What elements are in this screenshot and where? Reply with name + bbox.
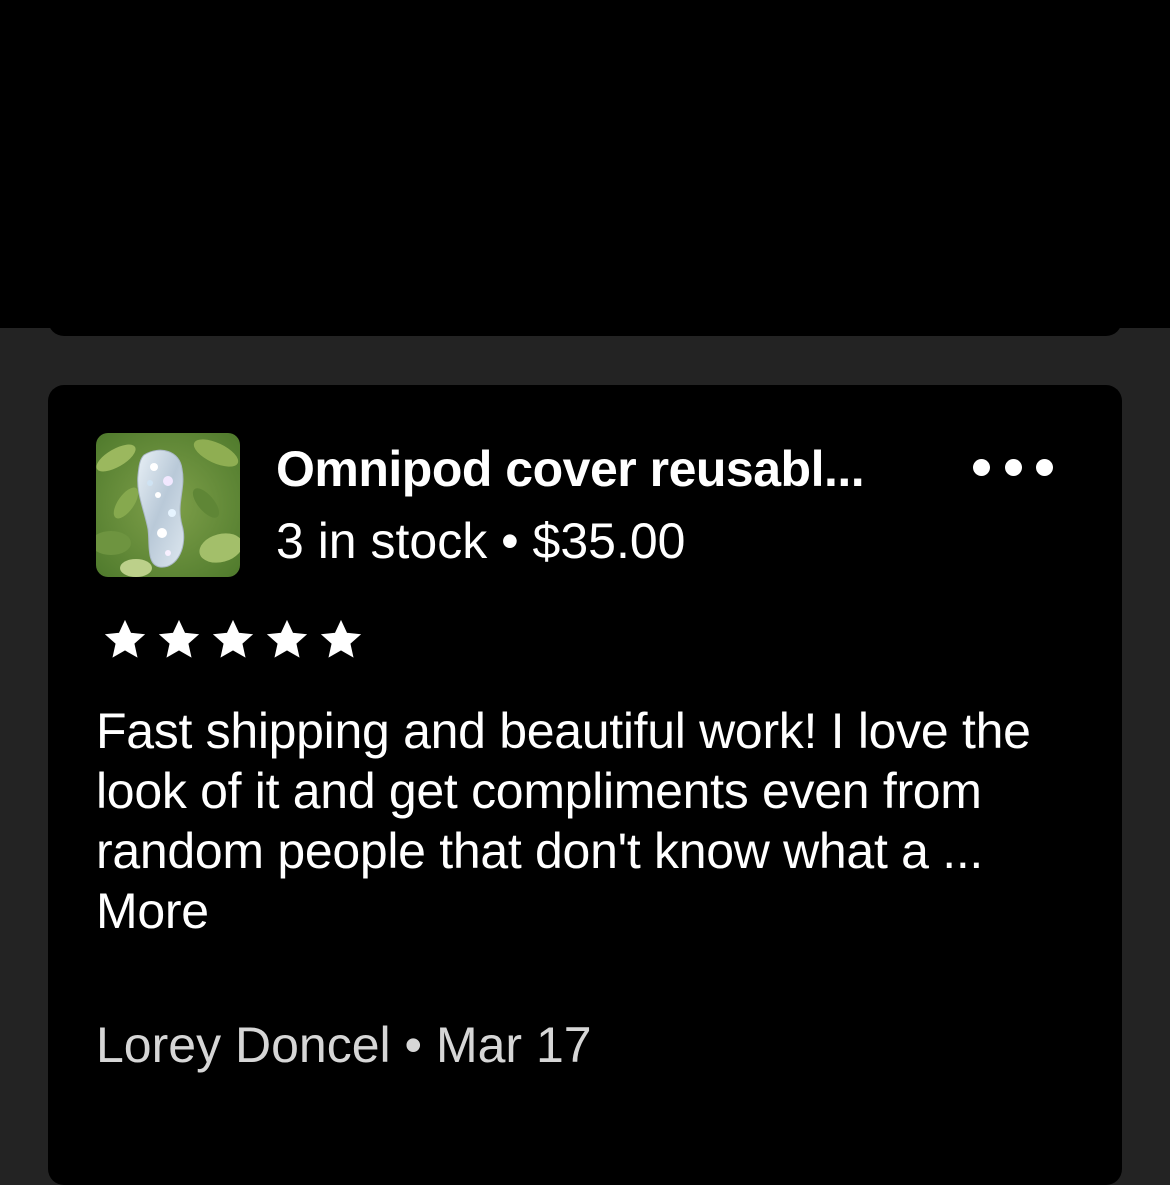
star-icon	[320, 619, 362, 658]
review-text: Fast shipping and beautiful work! I love…	[96, 701, 1096, 941]
separator-dot: •	[501, 513, 519, 569]
star-icon	[104, 619, 146, 658]
dot	[1004, 458, 1022, 476]
more-link[interactable]: More	[96, 883, 209, 939]
listing-price: $35.00	[532, 513, 686, 569]
dot	[973, 458, 990, 476]
separator-dot: •	[404, 1017, 423, 1073]
previous-card-edge	[48, 300, 1122, 336]
star-icon	[158, 619, 200, 658]
listing-stock-price: 3 in stock • $35.00	[276, 509, 685, 573]
review-date: Mar 17	[435, 1017, 592, 1073]
star-icon	[212, 619, 254, 658]
more-options-icon[interactable]	[973, 449, 1053, 485]
review-card: Omnipod cover reusabl... 3 in stock • $3…	[48, 385, 1122, 1185]
star-icon	[266, 619, 308, 658]
listing-title[interactable]: Omnipod cover reusabl...	[276, 437, 865, 501]
stock-count: 3 in stock	[276, 513, 488, 569]
previous-section	[0, 0, 1170, 328]
review-author: Lorey Doncel	[96, 1017, 391, 1073]
review-meta: Lorey Doncel • Mar 17	[96, 1013, 592, 1077]
product-image	[96, 433, 240, 577]
product-thumbnail[interactable]	[96, 433, 240, 577]
review-body: Fast shipping and beautiful work! I love…	[96, 703, 1031, 879]
dot	[1036, 458, 1053, 476]
star-rating	[98, 617, 368, 663]
